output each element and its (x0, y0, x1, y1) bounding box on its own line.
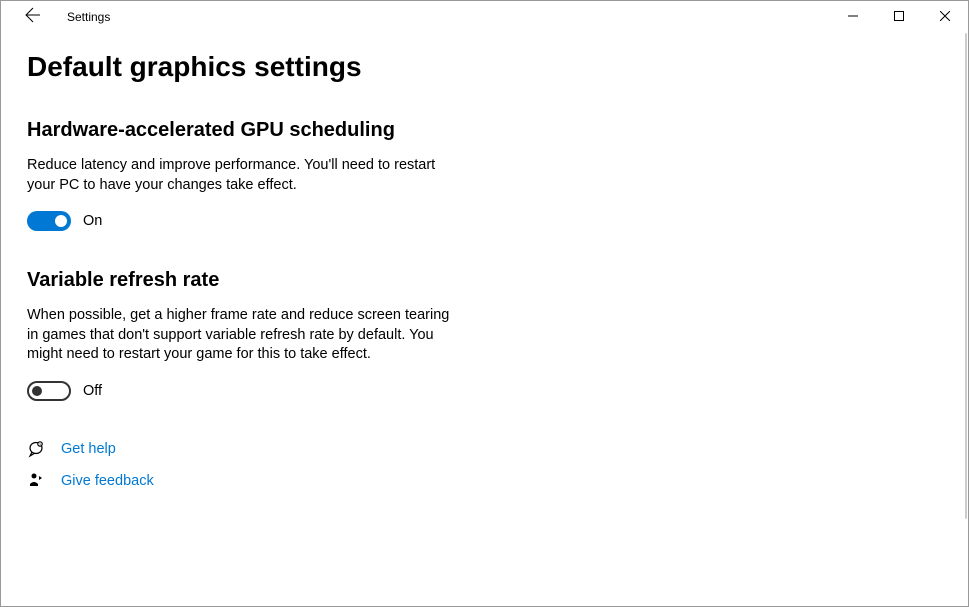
get-help-link[interactable]: ? Get help (27, 439, 942, 459)
gpu-scheduling-toggle-row: On (27, 211, 942, 231)
minimize-icon (848, 8, 858, 26)
close-button[interactable] (922, 1, 968, 33)
content-area: Default graphics settings Hardware-accel… (1, 33, 968, 491)
window-controls (830, 1, 968, 33)
arrow-left-icon (25, 7, 41, 28)
maximize-button[interactable] (876, 1, 922, 33)
minimize-button[interactable] (830, 1, 876, 33)
page-title: Default graphics settings (27, 51, 942, 83)
get-help-label: Get help (61, 441, 116, 457)
gpu-scheduling-toggle-label: On (83, 213, 102, 229)
variable-refresh-toggle-row: Off (27, 381, 942, 401)
scrollbar-thumb[interactable] (965, 33, 967, 519)
titlebar: Settings (1, 1, 968, 33)
give-feedback-label: Give feedback (61, 473, 154, 489)
close-icon (940, 8, 950, 26)
get-help-icon: ? (27, 439, 47, 459)
variable-refresh-toggle-label: Off (83, 383, 102, 399)
variable-refresh-toggle[interactable] (27, 381, 71, 401)
gpu-scheduling-header: Hardware-accelerated GPU scheduling (27, 119, 942, 142)
gpu-scheduling-toggle[interactable] (27, 211, 71, 231)
help-links: ? Get help Give feedback (27, 439, 942, 491)
feedback-icon (27, 471, 47, 491)
app-title: Settings (67, 10, 110, 24)
maximize-icon (894, 8, 904, 26)
scrollbar[interactable] (963, 33, 967, 605)
variable-refresh-description: When possible, get a higher frame rate a… (27, 306, 457, 365)
variable-refresh-header: Variable refresh rate (27, 269, 942, 292)
give-feedback-link[interactable]: Give feedback (27, 471, 942, 491)
gpu-scheduling-description: Reduce latency and improve performance. … (27, 156, 457, 195)
back-button[interactable] (17, 1, 49, 33)
